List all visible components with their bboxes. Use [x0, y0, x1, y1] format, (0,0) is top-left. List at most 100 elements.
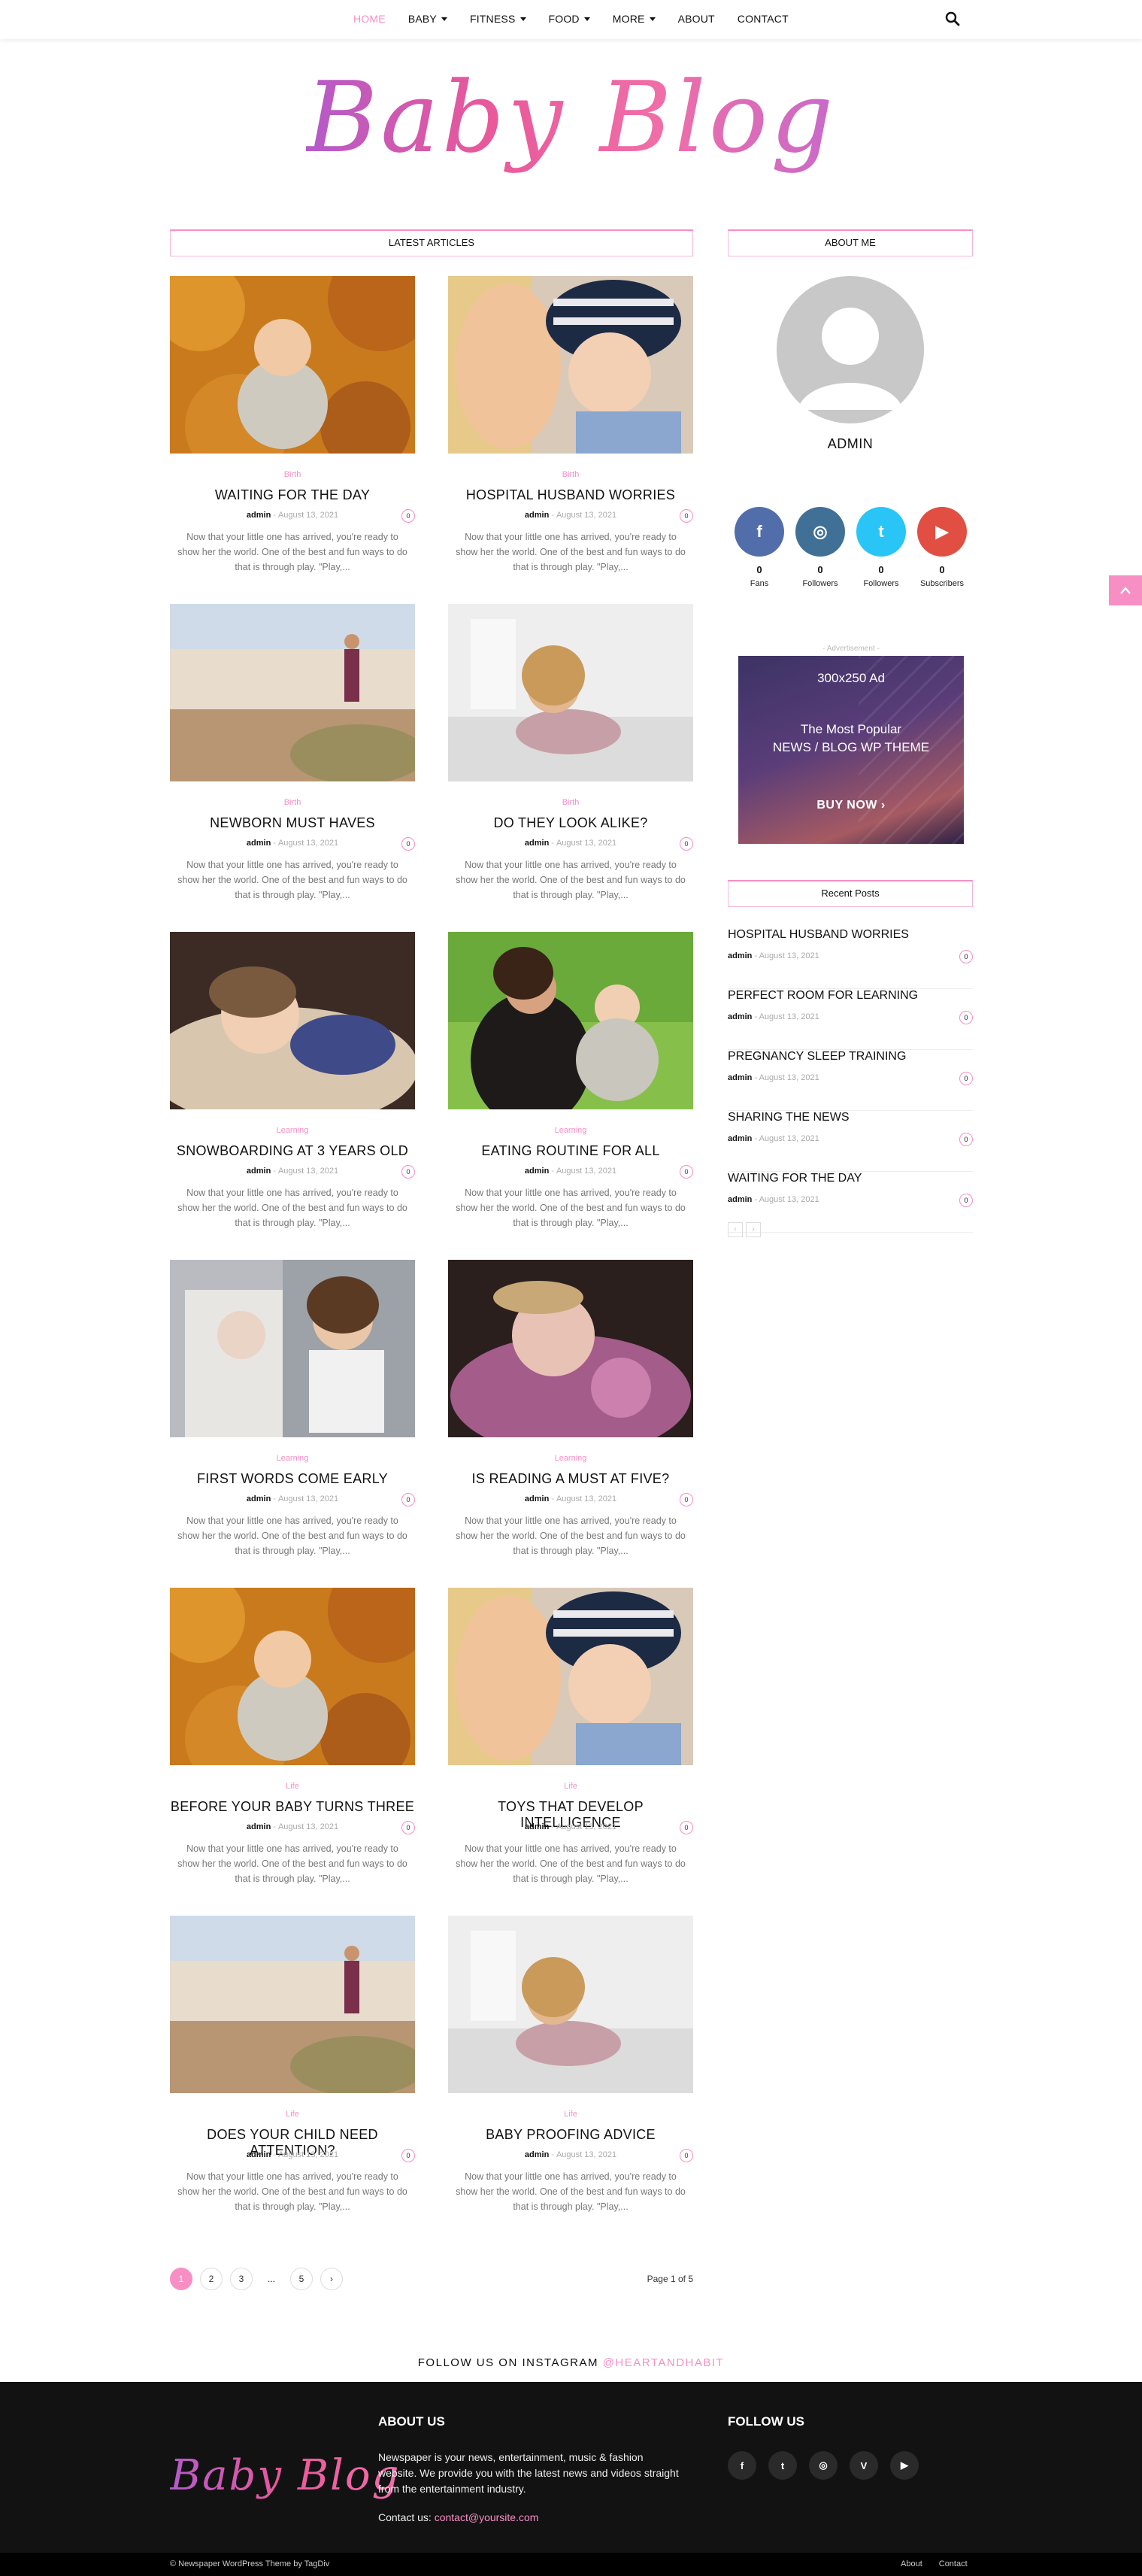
- comment-count[interactable]: 0: [680, 2149, 693, 2162]
- recent-post-title[interactable]: PERFECT ROOM FOR LEARNING: [728, 989, 973, 1003]
- recent-post-title[interactable]: HOSPITAL HUSBAND WORRIES: [728, 928, 973, 942]
- article-author[interactable]: admin: [525, 839, 549, 848]
- article-thumbnail[interactable]: [170, 932, 415, 1109]
- comment-count[interactable]: 0: [959, 950, 973, 963]
- search-icon[interactable]: [944, 11, 961, 27]
- article-title[interactable]: DO THEY LOOK ALIKE?: [448, 815, 693, 832]
- youtube-icon[interactable]: ▶: [890, 2451, 919, 2480]
- article-category[interactable]: Learning: [170, 1126, 415, 1136]
- recent-post-author[interactable]: admin: [728, 951, 752, 960]
- next-button[interactable]: ›: [746, 1222, 761, 1237]
- article-thumbnail[interactable]: [170, 1916, 415, 2093]
- page-button[interactable]: 2: [200, 2268, 223, 2290]
- facebook-icon[interactable]: f: [728, 2451, 756, 2480]
- vimeo-icon[interactable]: V: [850, 2451, 878, 2480]
- social-counter-instagram[interactable]: ◎ 0 Followers: [795, 507, 845, 588]
- article-title[interactable]: TOYS THAT DEVELOP INTELLIGENCE: [448, 1799, 693, 1830]
- next-page-button[interactable]: ›: [320, 2268, 343, 2290]
- recent-post-title[interactable]: WAITING FOR THE DAY: [728, 1172, 973, 1185]
- comment-count[interactable]: 0: [401, 837, 415, 851]
- recent-post-title[interactable]: PREGNANCY SLEEP TRAINING: [728, 1050, 973, 1063]
- nav-item-contact[interactable]: CONTACT: [738, 13, 789, 25]
- comment-count[interactable]: 0: [959, 1011, 973, 1024]
- nav-item-home[interactable]: HOME: [353, 13, 386, 25]
- comment-count[interactable]: 0: [401, 1821, 415, 1834]
- article-author[interactable]: admin: [247, 2150, 271, 2159]
- footer-link-contact[interactable]: Contact: [939, 2559, 968, 2568]
- recent-post-title[interactable]: SHARING THE NEWS: [728, 1111, 973, 1124]
- article-title[interactable]: IS READING A MUST AT FIVE?: [448, 1471, 693, 1488]
- article-category[interactable]: Learning: [448, 1454, 693, 1464]
- instagram-handle[interactable]: @HEARTANDHABIT: [603, 2356, 725, 2369]
- comment-count[interactable]: 0: [401, 509, 415, 523]
- article-author[interactable]: admin: [247, 1494, 271, 1503]
- social-counter-twitter[interactable]: t 0 Followers: [856, 507, 906, 588]
- page-button[interactable]: 1: [170, 2268, 192, 2290]
- comment-count[interactable]: 0: [959, 1133, 973, 1146]
- article-author[interactable]: admin: [247, 1822, 271, 1831]
- social-counter-facebook[interactable]: f 0 Fans: [735, 507, 784, 588]
- article-thumbnail[interactable]: [170, 276, 415, 454]
- article-thumbnail[interactable]: [448, 276, 693, 454]
- article-title[interactable]: BEFORE YOUR BABY TURNS THREE: [170, 1799, 415, 1816]
- comment-count[interactable]: 0: [401, 1165, 415, 1179]
- article-category[interactable]: Life: [170, 2110, 415, 2120]
- recent-post-author[interactable]: admin: [728, 1195, 752, 1204]
- social-counter-youtube[interactable]: ▶ 0 Subscribers: [917, 507, 967, 588]
- article-thumbnail[interactable]: [170, 1588, 415, 1765]
- nav-item-food[interactable]: FOOD: [549, 13, 590, 25]
- article-thumbnail[interactable]: [448, 604, 693, 781]
- comment-count[interactable]: 0: [680, 837, 693, 851]
- article-category[interactable]: Birth: [448, 470, 693, 481]
- article-author[interactable]: admin: [525, 2150, 549, 2159]
- article-thumbnail[interactable]: [448, 1260, 693, 1437]
- contact-email-link[interactable]: contact@yoursite.com: [435, 2511, 539, 2523]
- nav-item-fitness[interactable]: FITNESS: [470, 13, 526, 25]
- article-thumbnail[interactable]: [448, 1588, 693, 1765]
- article-category[interactable]: Life: [448, 2110, 693, 2120]
- footer-link-about[interactable]: About: [901, 2559, 922, 2568]
- article-category[interactable]: Birth: [170, 470, 415, 481]
- comment-count[interactable]: 0: [959, 1194, 973, 1207]
- article-category[interactable]: Learning: [170, 1454, 415, 1464]
- article-author[interactable]: admin: [525, 1494, 549, 1503]
- twitter-icon[interactable]: t: [768, 2451, 797, 2480]
- article-author[interactable]: admin: [247, 1167, 271, 1176]
- article-title[interactable]: BABY PROOFING ADVICE: [448, 2127, 693, 2144]
- comment-count[interactable]: 0: [680, 509, 693, 523]
- article-title[interactable]: FIRST WORDS COME EARLY: [170, 1471, 415, 1488]
- article-category[interactable]: Birth: [448, 798, 693, 809]
- prev-button[interactable]: ‹: [728, 1222, 743, 1237]
- comment-count[interactable]: 0: [401, 2149, 415, 2162]
- instagram-icon[interactable]: ◎: [809, 2451, 838, 2480]
- recent-post-author[interactable]: admin: [728, 1012, 752, 1021]
- site-logo[interactable]: Baby Blog: [0, 60, 1142, 174]
- recent-post-author[interactable]: admin: [728, 1134, 752, 1143]
- comment-count[interactable]: 0: [680, 1493, 693, 1506]
- article-author[interactable]: admin: [525, 511, 549, 520]
- recent-post-author[interactable]: admin: [728, 1073, 752, 1082]
- comment-count[interactable]: 0: [959, 1072, 973, 1085]
- footer-logo[interactable]: Baby Blog: [170, 2451, 400, 2500]
- article-author[interactable]: admin: [525, 1167, 549, 1176]
- article-thumbnail[interactable]: [448, 1916, 693, 2093]
- nav-item-more[interactable]: MORE: [613, 13, 656, 25]
- article-category[interactable]: Learning: [448, 1126, 693, 1136]
- nav-item-about[interactable]: ABOUT: [678, 13, 715, 25]
- article-title[interactable]: NEWBORN MUST HAVES: [170, 815, 415, 832]
- page-button[interactable]: 3: [230, 2268, 253, 2290]
- article-title[interactable]: DOES YOUR CHILD NEED ATTENTION?: [170, 2127, 415, 2158]
- article-author[interactable]: admin: [525, 1822, 549, 1831]
- article-title[interactable]: WAITING FOR THE DAY: [170, 487, 415, 504]
- nav-item-baby[interactable]: BABY: [408, 13, 447, 25]
- comment-count[interactable]: 0: [680, 1165, 693, 1179]
- article-title[interactable]: HOSPITAL HUSBAND WORRIES: [448, 487, 693, 504]
- article-category[interactable]: Life: [448, 1782, 693, 1792]
- article-title[interactable]: SNOWBOARDING AT 3 YEARS OLD: [170, 1143, 415, 1160]
- arrow-up-icon[interactable]: [1109, 575, 1142, 605]
- article-category[interactable]: Life: [170, 1782, 415, 1792]
- article-thumbnail[interactable]: [170, 604, 415, 781]
- article-author[interactable]: admin: [247, 839, 271, 848]
- article-title[interactable]: EATING ROUTINE FOR ALL: [448, 1143, 693, 1160]
- article-author[interactable]: admin: [247, 511, 271, 520]
